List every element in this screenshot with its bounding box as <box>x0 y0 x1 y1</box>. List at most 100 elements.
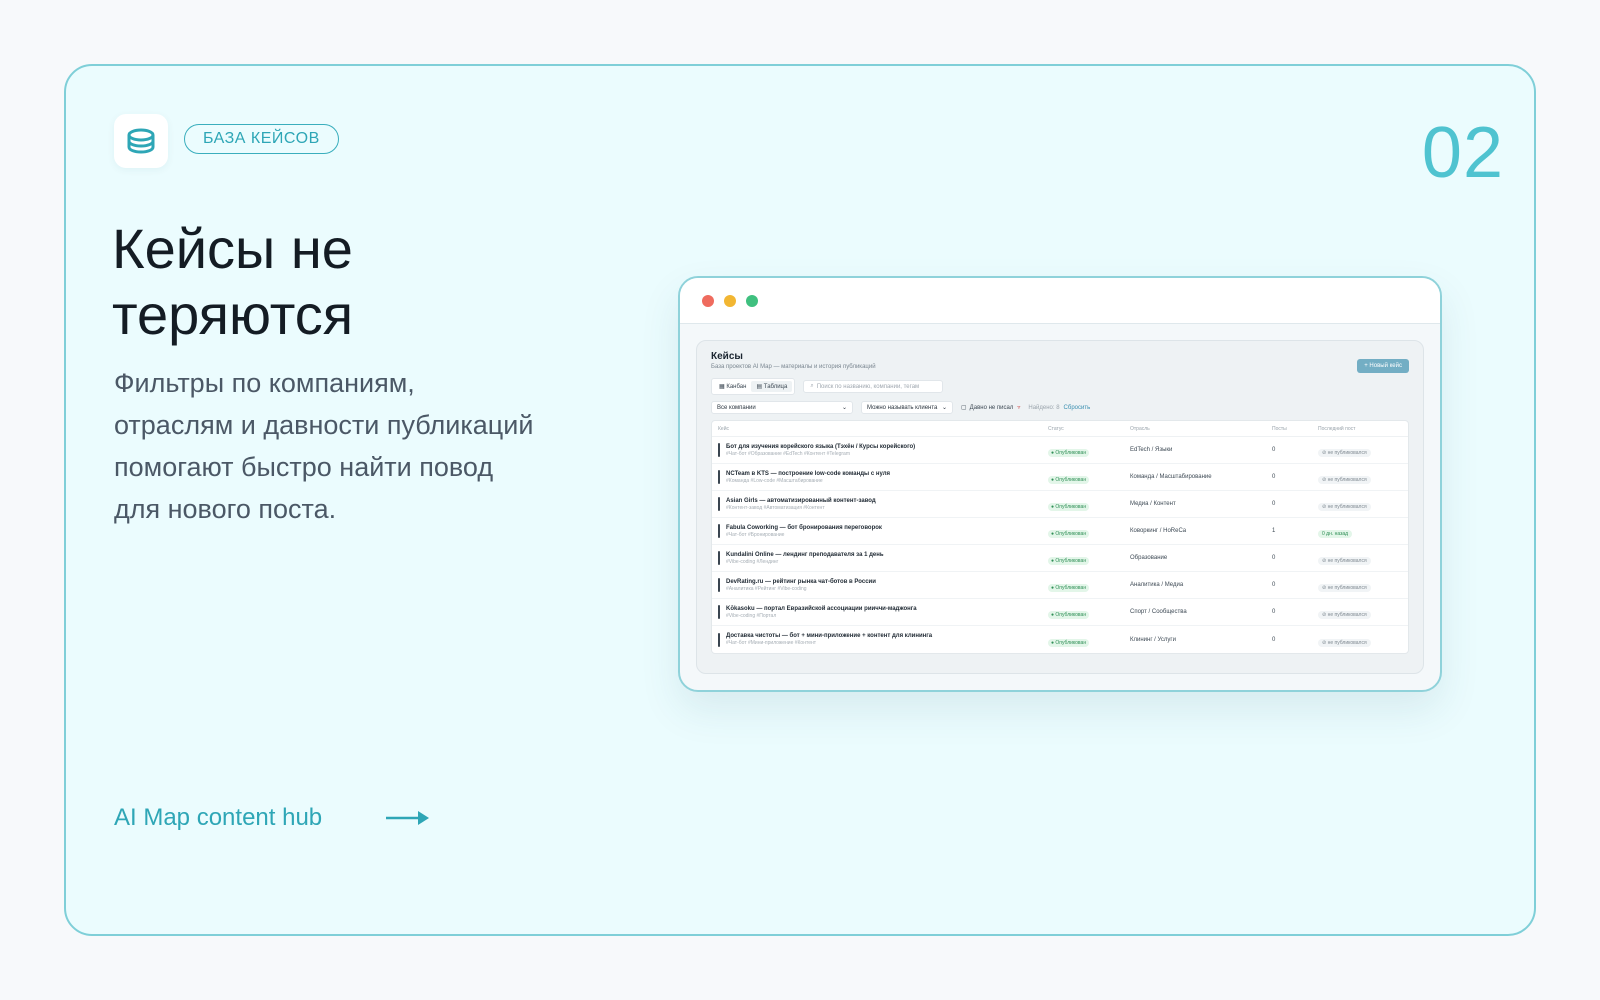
column-header-industry[interactable]: Отрасль <box>1130 426 1272 432</box>
row-marker <box>718 524 720 538</box>
new-case-button[interactable]: + Новый кейс <box>1357 359 1409 373</box>
case-title: Asian Girls — автоматизированный контент… <box>726 497 876 504</box>
chevron-down-icon: ⌄ <box>941 405 947 411</box>
industry-cell: EdTech / Языки <box>1130 447 1173 453</box>
status-badge: ● Опубликован <box>1048 476 1090 484</box>
case-tags: #Чат-бот #Образование #EdTech #Контент #… <box>726 450 850 457</box>
case-tags: #Аналитика #Рейтинг #Vibe-coding <box>726 585 807 592</box>
status-badge: ● Опубликован <box>1048 530 1090 538</box>
industry-cell: Спорт / Сообщества <box>1130 609 1187 615</box>
case-text: Бот для изучения корейского языка (Тэхён… <box>726 444 915 457</box>
case-cell: Fabula Coworking — бот бронирования пере… <box>718 524 1048 538</box>
table-row[interactable]: Kundalini Online — лендинг преподавателя… <box>712 545 1408 572</box>
posts-count-cell: 0 <box>1272 636 1276 643</box>
row-marker <box>718 632 720 647</box>
last-post-badge: 0 дн. назад <box>1318 530 1353 538</box>
chevron-down-icon: ⌄ <box>841 405 847 411</box>
case-title: Бот для изучения корейского языка (Тэхён… <box>726 443 916 450</box>
industry-cell: Медиа / Контент <box>1130 501 1176 507</box>
slide-card: БАЗА КЕЙСОВ 02 Кейсы не теряются Фильтры… <box>64 64 1536 936</box>
client-filter-select[interactable]: Можно называть клиента ⌄ <box>861 401 953 414</box>
case-cell: NCTeam в KTS — построение low-code коман… <box>718 470 1048 484</box>
last-post-cell: ⊘ не публиковался <box>1318 603 1402 621</box>
filter-icon: ▿ <box>1017 405 1021 411</box>
table-row[interactable]: NCTeam в KTS — построение low-code коман… <box>712 464 1408 491</box>
filter-row: Все компании ⌄ Можно называть клиента ⌄ … <box>711 401 1409 414</box>
case-title: DevRating.ru — рейтинг рынка чат-ботов в… <box>726 578 876 585</box>
row-marker <box>718 497 720 511</box>
view-kanban-button[interactable]: ▦ Канбан <box>714 381 751 392</box>
status-cell: ● Опубликован <box>1048 468 1130 486</box>
column-header-status[interactable]: Статус <box>1048 426 1130 432</box>
view-kanban-label: Канбан <box>726 384 747 390</box>
posts-count-cell: 0 <box>1272 555 1276 561</box>
industry-cell: Коворкинг / HoReCa <box>1130 528 1187 534</box>
reset-filters-link[interactable]: Сбросить <box>1064 405 1091 411</box>
table-row[interactable]: Fabula Coworking — бот бронирования пере… <box>712 518 1408 545</box>
cases-table: Кейс Статус Отрасль Посты Последний пост… <box>711 420 1409 654</box>
company-filter-value: Все компании <box>717 404 756 411</box>
column-header-last-post[interactable]: Последний пост <box>1318 426 1402 432</box>
view-toggle: ▦ Канбан ▤ Таблица <box>711 378 796 395</box>
case-tags: #Чат-бот #Бронирование <box>726 531 785 538</box>
status-cell: ● Опубликован <box>1048 576 1130 594</box>
last-post-cell: ⊘ не публиковался <box>1318 441 1402 459</box>
row-marker <box>718 578 720 592</box>
search-input[interactable]: ⌕ Поиск по названию, компании, тегам <box>803 380 944 393</box>
view-table-label: Таблица <box>763 384 788 390</box>
footer-link[interactable]: AI Map content hub <box>114 804 432 832</box>
status-cell: ● Опубликован <box>1048 441 1130 459</box>
view-table-button[interactable]: ▤ Таблица <box>751 381 793 392</box>
case-cell: DevRating.ru — рейтинг рынка чат-ботов в… <box>718 578 1048 592</box>
posts-count-cell: 0 <box>1272 501 1276 507</box>
case-tags: #Контент-завод #Автоматизация #Контент <box>726 504 825 511</box>
case-tags: #Vibe-coding #Лендинг <box>726 558 779 565</box>
last-post-cell: 0 дн. назад <box>1318 522 1402 540</box>
row-marker <box>718 605 720 619</box>
table-row[interactable]: DevRating.ru — рейтинг рынка чат-ботов в… <box>712 572 1408 599</box>
case-cell: Kōkasoku — портал Евразийской ассоциации… <box>718 605 1048 619</box>
row-marker <box>718 470 720 484</box>
slide-number: 02 <box>1421 113 1504 193</box>
industry-cell: Образование <box>1130 555 1168 561</box>
footer-link-label: AI Map content hub <box>114 804 323 831</box>
arrow-right-icon <box>386 811 430 825</box>
case-text: NCTeam в KTS — построение low-code коман… <box>726 471 890 484</box>
table-row[interactable]: Asian Girls — автоматизированный контент… <box>712 491 1408 518</box>
last-post-cell: ⊘ не публиковался <box>1318 576 1402 594</box>
case-text: Доставка чистоты — бот + мини-приложение… <box>726 633 932 646</box>
industry-cell: Клининг / Услуги <box>1130 636 1176 643</box>
case-title: Доставка чистоты — бот + мини-приложение… <box>726 633 933 639</box>
headline: Кейсы не теряются <box>112 216 592 348</box>
industry-cell: Команда / Масштабирование <box>1130 474 1212 480</box>
last-post-cell: ⊘ не публиковался <box>1318 631 1402 649</box>
stale-filter-toggle[interactable]: ▢ Давно не писал ▿ <box>961 404 1021 412</box>
status-cell: ● Опубликован <box>1048 549 1130 567</box>
client-filter-value: Можно называть клиента <box>867 404 938 411</box>
company-filter-select[interactable]: Все компании ⌄ <box>711 401 853 414</box>
table-row[interactable]: Доставка чистоты — бот + мини-приложение… <box>712 626 1408 653</box>
case-tags: #Чат-бот #Мини-приложение #Контент <box>726 640 817 646</box>
case-cell: Бот для изучения корейского языка (Тэхён… <box>718 443 1048 457</box>
case-cell: Доставка чистоты — бот + мини-приложение… <box>718 632 1048 647</box>
stale-filter-label: Давно не писал <box>969 404 1014 411</box>
found-count: Найдено: 8 <box>1028 404 1060 411</box>
table-row[interactable]: Kōkasoku — портал Евразийской ассоциации… <box>712 599 1408 626</box>
posts-count-cell: 0 <box>1272 447 1276 453</box>
status-badge: ● Опубликован <box>1048 557 1090 565</box>
row-marker <box>718 551 720 565</box>
industry-cell: Аналитика / Медиа <box>1130 582 1184 588</box>
app-subtitle: База проектов AI Map — материалы и истор… <box>711 364 876 370</box>
section-tag: БАЗА КЕЙСОВ <box>184 124 339 154</box>
column-header-posts[interactable]: Посты <box>1272 426 1318 432</box>
logo-badge <box>114 114 168 168</box>
case-text: Asian Girls — автоматизированный контент… <box>726 498 876 511</box>
case-cell: Asian Girls — автоматизированный контент… <box>718 497 1048 511</box>
posts-count-cell: 0 <box>1272 582 1276 588</box>
case-tags: #Команда #Low-code #Масштабирование <box>726 477 823 484</box>
case-tags: #Vibe-coding #Портал <box>726 612 777 619</box>
case-title: Fabula Coworking — бот бронирования пере… <box>726 524 882 531</box>
column-header-case[interactable]: Кейс <box>718 426 1048 432</box>
status-badge: ● Опубликован <box>1048 449 1090 457</box>
table-row[interactable]: Бот для изучения корейского языка (Тэхён… <box>712 437 1408 464</box>
